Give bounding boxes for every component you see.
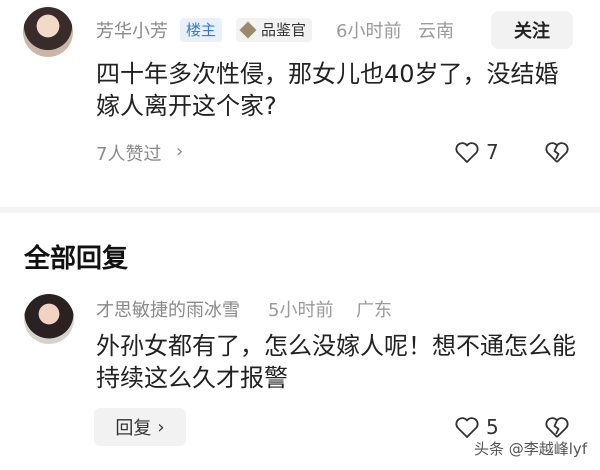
follow-button[interactable]: 关注 (491, 11, 573, 49)
host-badge: 楼主 (180, 18, 223, 42)
broken-heart-icon[interactable] (544, 141, 570, 165)
reply-author-avatar[interactable] (24, 294, 74, 344)
reply-button[interactable]: 回复 › (94, 408, 186, 446)
post-location: 云南 (418, 21, 454, 42)
reply-author-name[interactable]: 才思敏捷的雨冰雪 (96, 296, 240, 322)
chevron-right-icon: › (157, 416, 165, 438)
reply-like-count: 5 (486, 415, 499, 439)
author-avatar[interactable] (23, 7, 73, 57)
section-divider (0, 207, 600, 213)
chevron-right-icon: › (176, 141, 184, 162)
reply-location: 广东 (356, 300, 392, 321)
diamond-icon (239, 21, 257, 39)
heart-outline-icon[interactable] (454, 416, 480, 440)
reply-button-label: 回复 (115, 418, 152, 439)
post-time: 6小时前 (336, 21, 402, 42)
author-name[interactable]: 芳华小芳 (96, 17, 168, 43)
likers-link[interactable]: 7人赞过 (96, 140, 161, 166)
taster-badge-label: 品鉴官 (261, 21, 307, 39)
like-count: 7 (486, 140, 499, 164)
post-text: 四十年多次性侵，那女儿也40岁了，没结婚嫁人离开这个家? (96, 60, 559, 120)
taster-badge: 品鉴官 (236, 18, 313, 42)
broken-heart-icon[interactable] (544, 416, 570, 440)
reply-text: 外孙女都有了，怎么没嫁人呢！想不通怎么能持续这么久才报警 (96, 332, 576, 392)
replies-section-title: 全部回复 (24, 244, 129, 274)
heart-outline-icon[interactable] (454, 141, 480, 165)
reply-time: 5小时前 (268, 300, 334, 321)
watermark: 头条 @李越峰lyf (474, 440, 588, 458)
